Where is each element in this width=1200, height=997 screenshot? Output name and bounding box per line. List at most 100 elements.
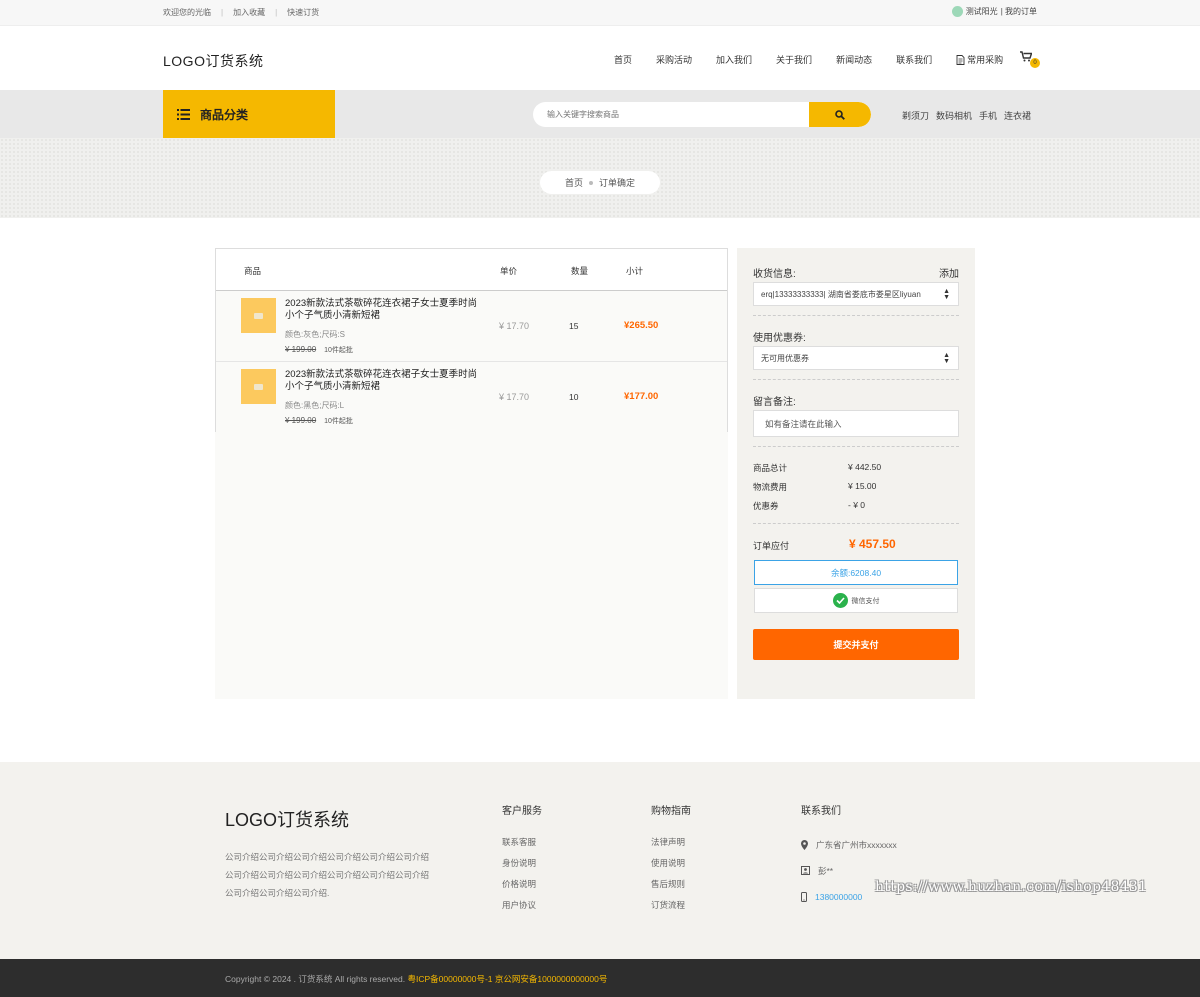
- nav-news[interactable]: 新闻动态: [836, 53, 872, 66]
- coupon-select-value: 无可用优惠券: [761, 353, 809, 363]
- site-logo[interactable]: LOGO订货系统: [163, 51, 263, 71]
- zigzag-edge: [737, 243, 975, 249]
- shipping-info-label: 收货信息:: [753, 269, 796, 280]
- hotword-link[interactable]: 连衣裙: [1004, 109, 1031, 122]
- quantity: 10: [569, 392, 579, 402]
- footer-logo: LOGO订货系统: [225, 810, 350, 830]
- hotword-link[interactable]: 手机: [979, 109, 997, 122]
- hot-keywords: 剃须刀 数码相机 手机 连衣裙: [902, 109, 1031, 122]
- site-footer: LOGO订货系统 公司介绍公司介绍公司介绍公司介绍公司介绍公司介绍公司介绍公司介…: [0, 762, 1200, 959]
- divider: [753, 446, 959, 447]
- subtotal: ¥265.50: [624, 320, 659, 331]
- divider: [753, 379, 959, 380]
- payable-value: ¥ 457.50: [849, 537, 896, 551]
- nav-purchase-activity[interactable]: 采购活动: [656, 53, 692, 66]
- mobile-phone-icon: [801, 891, 807, 902]
- footer-description: 公司介绍公司介绍公司介绍公司介绍公司介绍公司介绍公司介绍公司介绍公司介绍公司介绍…: [225, 852, 430, 898]
- goods-total-value: ¥ 442.50: [848, 462, 882, 472]
- add-favorite-link[interactable]: 加入收藏: [233, 7, 265, 18]
- footer-link[interactable]: 价格说明: [502, 879, 536, 889]
- payable-row: 订单应付 ¥ 457.50: [753, 537, 896, 552]
- submit-pay-button[interactable]: 提交并支付: [753, 629, 959, 660]
- address-select[interactable]: erq|13333333333| 湖南省娄底市娄星区liyuan ▲ ▼: [753, 282, 959, 306]
- select-arrows-icon: ▲ ▼: [943, 352, 950, 365]
- add-address-link[interactable]: 添加: [939, 265, 959, 280]
- table-header: 商品 单价 数量 小计: [216, 249, 727, 291]
- nav-join-us[interactable]: 加入我们: [716, 53, 752, 66]
- order-summary-panel: 收货信息: 添加 erq|13333333333| 湖南省娄底市娄星区liyua…: [737, 243, 975, 699]
- footer-link[interactable]: 用户协议: [502, 900, 536, 910]
- address-select-value: erq|13333333333| 湖南省娄底市娄星区liyuan: [761, 289, 921, 299]
- category-search-bar: 商品分类 剃须刀 数码相机 手机 连衣裙: [0, 90, 1200, 138]
- footer-column-title: 购物指南: [651, 806, 691, 817]
- nav-home[interactable]: 首页: [614, 53, 632, 66]
- wechat-pay-label: 微信支付: [851, 597, 880, 605]
- contact-address-text: 广东省广州市xxxxxxx: [816, 839, 897, 850]
- user-name-link[interactable]: 测试阳光: [966, 6, 998, 17]
- footer-link[interactable]: 联系客服: [502, 837, 536, 847]
- goods-total-label: 商品总计: [753, 463, 788, 473]
- footer-column-title: 客户服务: [502, 806, 542, 817]
- coupon-discount-row: 优惠券 - ¥ 0: [753, 500, 865, 512]
- column-header-subtotal: 小计: [626, 266, 644, 276]
- search-icon: [835, 109, 845, 120]
- breadcrumb-current: 订单确定: [599, 178, 636, 188]
- category-menu-label: 商品分类: [200, 107, 249, 122]
- product-attributes: 颜色:黑色;尺码:L: [285, 401, 345, 410]
- search-button[interactable]: [809, 102, 871, 127]
- nav-contact[interactable]: 联系我们: [896, 53, 932, 66]
- footer-link[interactable]: 使用说明: [651, 858, 685, 868]
- copyright-bar: Copyright © 2024 . 订货系统 All rights reser…: [0, 959, 1200, 997]
- goods-total-row: 商品总计 ¥ 442.50: [753, 462, 881, 474]
- order-items-panel: 商品 单价 数量 小计 2023新款法式茶歇碎花连衣裙子女士夏季时尚小个子气质小…: [215, 248, 728, 699]
- nav-frequent-purchase-label: 常用采购: [967, 55, 1004, 65]
- contact-phone-link[interactable]: 1380000000: [815, 892, 862, 902]
- footer-link[interactable]: 身份说明: [502, 858, 536, 868]
- divider: [753, 523, 959, 524]
- footer-link[interactable]: 售后规则: [651, 879, 685, 889]
- product-name[interactable]: 2023新款法式茶歇碎花连衣裙子女士夏季时尚小个子气质小清新短裙: [285, 369, 485, 393]
- icp-link[interactable]: 粤ICP备00000000号-1 京公网安备1000000000000号: [407, 974, 607, 984]
- breadcrumb: 首页 订单确定: [540, 171, 660, 194]
- unit-price: ¥ 17.70: [499, 321, 530, 331]
- quick-order-link[interactable]: 快速订货: [287, 7, 319, 18]
- footer-link[interactable]: 法律声明: [651, 837, 685, 847]
- original-price: ¥ 199.00: [285, 416, 317, 425]
- top-bar: 欢迎您的光临 | 加入收藏 | 快速订货 测试阳光 | 我的订单: [0, 0, 1200, 26]
- coupon-select[interactable]: 无可用优惠券 ▲ ▼: [753, 346, 959, 370]
- product-name[interactable]: 2023新款法式茶歇碎花连衣裙子女士夏季时尚小个子气质小清新短裙: [285, 298, 485, 322]
- hotword-link[interactable]: 剃须刀: [902, 109, 929, 122]
- main-nav: 首页 采购活动 加入我们 关于我们 新闻动态 联系我们 常用采购: [614, 53, 1027, 66]
- payable-label: 订单应付: [753, 541, 790, 551]
- search-box: [533, 102, 871, 127]
- shipping-fee-value: ¥ 15.00: [848, 481, 877, 491]
- my-orders-link[interactable]: | 我的订单: [1001, 6, 1037, 17]
- search-input[interactable]: [533, 102, 809, 127]
- user-avatar-icon: [951, 6, 963, 17]
- select-arrows-icon: ▲ ▼: [943, 288, 950, 301]
- note-input[interactable]: 如有备注请在此输入: [753, 410, 959, 437]
- product-thumbnail[interactable]: [241, 298, 276, 333]
- product-thumbnail[interactable]: [241, 369, 276, 404]
- footer-contact-title: 联系我们: [801, 806, 841, 817]
- coupon-discount-value: - ¥ 0: [848, 500, 866, 510]
- breadcrumb-home[interactable]: 首页: [565, 176, 583, 189]
- balance-pay-button[interactable]: 余额:6208.40: [754, 560, 958, 585]
- divider: |: [221, 8, 224, 17]
- footer-link[interactable]: 订货流程: [651, 900, 685, 910]
- product-price-info: ¥ 199.00 10件起批: [285, 345, 353, 355]
- column-header-quantity: 数量: [571, 266, 589, 276]
- wechat-icon: [832, 593, 848, 608]
- order-table: 商品 单价 数量 小计 2023新款法式茶歇碎花连衣裙子女士夏季时尚小个子气质小…: [215, 248, 728, 433]
- category-menu-button[interactable]: 商品分类: [163, 90, 335, 138]
- cart-count-badge: 0: [1030, 58, 1040, 68]
- wechat-pay-button[interactable]: 微信支付: [754, 588, 958, 613]
- nav-about-us[interactable]: 关于我们: [776, 53, 812, 66]
- footer-contact: 联系我们 广东省广州市xxxxxxx 彭** 1380000000: [801, 802, 897, 916]
- footer-column-guide: 购物指南 法律声明 使用说明 售后规则 订货流程: [651, 802, 691, 920]
- nav-frequent-purchase[interactable]: 常用采购: [956, 53, 1027, 66]
- cart-button[interactable]: 0: [1020, 51, 1040, 71]
- hotword-link[interactable]: 数码相机: [936, 109, 972, 122]
- table-row: 2023新款法式茶歇碎花连衣裙子女士夏季时尚小个子气质小清新短裙 颜色:灰色;尺…: [216, 291, 727, 362]
- submit-pay-label: 提交并支付: [833, 640, 879, 650]
